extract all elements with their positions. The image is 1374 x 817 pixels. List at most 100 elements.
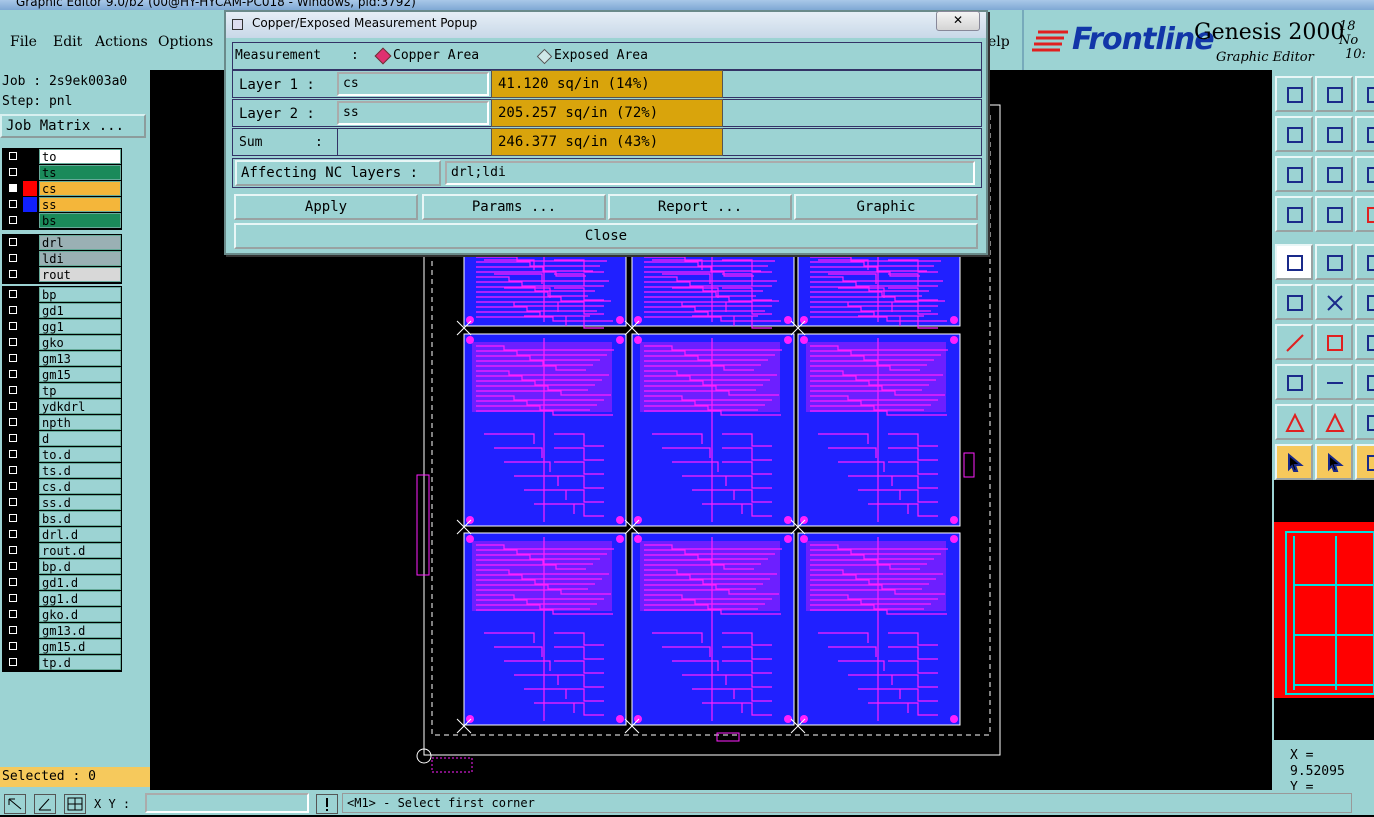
job-matrix-button[interactable]: Job Matrix ... [0, 114, 146, 138]
layer-name[interactable]: cs.d [39, 479, 121, 494]
layer-name[interactable]: gd1 [39, 303, 121, 318]
alert-icon[interactable] [316, 794, 338, 814]
copper-radio[interactable] [374, 47, 392, 65]
layer-checkbox[interactable] [9, 238, 17, 246]
layer-row-gg1.d[interactable]: gg1.d [3, 591, 123, 607]
minimap[interactable] [1274, 480, 1374, 740]
layer-name[interactable]: rout [39, 267, 121, 282]
layer-checkbox[interactable] [9, 562, 17, 570]
layer-row-gm13.d[interactable]: gm13.d [3, 623, 123, 639]
layer-name[interactable]: gko [39, 335, 121, 350]
ruler-tool-button[interactable] [1355, 244, 1374, 280]
layer-checkbox[interactable] [9, 578, 17, 586]
layer-checkbox[interactable] [9, 546, 17, 554]
layer-checkbox[interactable] [9, 254, 17, 262]
layer-checkbox[interactable] [9, 450, 17, 458]
layer-checkbox[interactable] [9, 216, 17, 224]
layer-row-rout.d[interactable]: rout.d [3, 543, 123, 559]
angle-button[interactable] [34, 794, 56, 814]
layer-checkbox[interactable] [9, 530, 17, 538]
wrench-tool-button[interactable] [1275, 196, 1313, 232]
move-right-tool-button[interactable] [1315, 116, 1353, 152]
layer-row-bp.d[interactable]: bp.d [3, 559, 123, 575]
layer-name[interactable]: gm15 [39, 367, 121, 382]
grid-tool-button[interactable] [1315, 196, 1353, 232]
layer-name[interactable]: bs [39, 213, 121, 228]
layer-checkbox[interactable] [9, 594, 17, 602]
layer-row-gm13[interactable]: gm13 [3, 351, 123, 367]
layer-checkbox[interactable] [9, 434, 17, 442]
layer-name[interactable]: bp.d [39, 559, 121, 574]
layer-checkbox[interactable] [9, 152, 17, 160]
nc-layers-input[interactable]: drl;ldi [445, 161, 975, 185]
layer-checkbox[interactable] [9, 418, 17, 426]
layer-row-ydkdrl[interactable]: ydkdrl [3, 399, 123, 415]
layer-checkbox[interactable] [9, 610, 17, 618]
layer-row-ss[interactable]: ss [3, 197, 123, 213]
diamond-tool-button[interactable] [1315, 244, 1353, 280]
layer-name[interactable]: npth [39, 415, 121, 430]
arrow-down-tool-button[interactable] [1315, 76, 1353, 112]
layer-checkbox[interactable] [9, 270, 17, 278]
layer-name[interactable]: bs.d [39, 511, 121, 526]
minus-tool-button[interactable] [1315, 364, 1353, 400]
layer-row-drl[interactable]: drl [3, 235, 123, 251]
layer-row-ts.d[interactable]: ts.d [3, 463, 123, 479]
layer-name[interactable]: to [39, 149, 121, 164]
layer-checkbox[interactable] [9, 168, 17, 176]
layer-name[interactable]: ldi [39, 251, 121, 266]
layer-checkbox[interactable] [9, 386, 17, 394]
exposed-radio[interactable] [536, 48, 553, 65]
layer-row-gm15.d[interactable]: gm15.d [3, 639, 123, 655]
layer-row-d[interactable]: d [3, 431, 123, 447]
layer-name[interactable]: drl.d [39, 527, 121, 542]
layer-name[interactable]: gm15.d [39, 639, 121, 654]
layer-row-gg1[interactable]: gg1 [3, 319, 123, 335]
layer-name[interactable]: ts.d [39, 463, 121, 478]
nodes-tool-button[interactable] [1275, 284, 1313, 320]
page-tool-button[interactable] [1355, 76, 1374, 112]
pointer-box-tool-button[interactable] [1315, 444, 1353, 480]
layer-row-ldi[interactable]: ldi [3, 251, 123, 267]
triangle-tool-button[interactable] [1275, 404, 1313, 440]
layer-row-to.d[interactable]: to.d [3, 447, 123, 463]
graphic-button[interactable]: Graphic [794, 194, 978, 220]
layer-row-gko[interactable]: gko [3, 335, 123, 351]
popup-close-button[interactable]: ✕ [936, 11, 980, 31]
layer-row-gd1[interactable]: gd1 [3, 303, 123, 319]
layer-checkbox[interactable] [9, 482, 17, 490]
layer-checkbox[interactable] [9, 514, 17, 522]
line-tool-button[interactable] [1275, 324, 1313, 360]
layer-row-bs[interactable]: bs [3, 213, 123, 229]
layer-row-tp[interactable]: tp [3, 383, 123, 399]
layer-checkbox[interactable] [9, 290, 17, 298]
layer-name[interactable]: gg1 [39, 319, 121, 334]
layer-tool-button[interactable] [1275, 244, 1313, 280]
layer-name[interactable]: ts [39, 165, 121, 180]
layer-row-gd1.d[interactable]: gd1.d [3, 575, 123, 591]
layer-name[interactable]: ss [39, 197, 121, 212]
layer-name[interactable]: gd1.d [39, 575, 121, 590]
layer-row-tp.d[interactable]: tp.d [3, 655, 123, 671]
close-button[interactable]: Close [234, 223, 978, 249]
menu-help[interactable]: elp [988, 34, 1010, 50]
layer-name[interactable]: d [39, 431, 121, 446]
layer-checkbox[interactable] [9, 306, 17, 314]
rotate-ccw-tool-button[interactable] [1355, 444, 1374, 480]
layer-row-bp[interactable]: bp [3, 287, 123, 303]
report-button[interactable]: Report ... [608, 194, 792, 220]
layer2-input[interactable]: ss [337, 101, 489, 125]
grid-snap-button[interactable] [64, 794, 86, 814]
layer-name[interactable]: drl [39, 235, 121, 250]
move-left-tool-button[interactable] [1275, 116, 1313, 152]
layer-name[interactable]: ydkdrl [39, 399, 121, 414]
center-tool-button[interactable] [1315, 156, 1353, 192]
layer-row-ts[interactable]: ts [3, 165, 123, 181]
exposed-area-option[interactable]: Exposed Area [554, 48, 648, 63]
layer-row-bs.d[interactable]: bs.d [3, 511, 123, 527]
layer-name[interactable]: gm13.d [39, 623, 121, 638]
layer-row-ss.d[interactable]: ss.d [3, 495, 123, 511]
layer1-input[interactable]: cs [337, 72, 489, 96]
copper-area-option[interactable]: Copper Area [393, 48, 479, 63]
layer-checkbox[interactable] [9, 402, 17, 410]
